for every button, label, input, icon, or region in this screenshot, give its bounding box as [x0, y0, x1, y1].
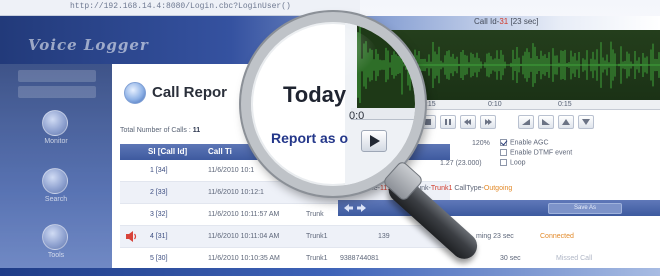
cell-call-time: 11/6/2010 10:10:35 AM: [208, 255, 280, 262]
sidebar-item-label: Monitor: [44, 138, 68, 145]
cell-call-id: 3 [32]: [150, 211, 168, 218]
sidebar-item-label: Search: [44, 196, 68, 203]
checkbox-label: Enable AGC: [510, 139, 549, 147]
cell-number: 139: [378, 233, 390, 240]
forward-button[interactable]: [480, 115, 496, 129]
cell-call-type: Connected: [540, 233, 574, 240]
magnified-report-as: Report as o: [271, 130, 349, 146]
sidebar-tab-2[interactable]: [18, 86, 96, 98]
save-as-button[interactable]: Save As: [548, 203, 622, 214]
cell-call-id: 2 [33]: [150, 189, 168, 196]
cell-trunk: Trunk: [306, 211, 324, 218]
screenshot-stage: http://192.168.14.4:8080/Login.cbc?Login…: [0, 0, 660, 276]
cell-call-time: 11/6/2010 10:1: [208, 167, 255, 174]
cell-call-time: 11/6/2010 10:11:04 AM: [208, 233, 280, 240]
sidebar: Monitor Search Tools: [0, 64, 112, 276]
cell-number: 9388744081: [340, 255, 379, 262]
sidebar-item-label: Tools: [47, 252, 65, 259]
monitor-icon[interactable]: [42, 110, 68, 136]
checkbox-box[interactable]: [500, 149, 507, 156]
cell-trunk: Trunk1: [306, 255, 328, 262]
table-row[interactable]: 4 [31] 11/6/2010 10:11:04 AM Trunk1 139: [120, 226, 450, 248]
tools-icon[interactable]: [42, 224, 68, 250]
play-button[interactable]: [361, 130, 387, 152]
enable-agc-checkbox[interactable]: Enable AGC: [500, 139, 549, 146]
call-info-type: Outgoing: [483, 185, 513, 192]
cell-call-id: 1 [34]: [150, 167, 168, 174]
checkbox-box[interactable]: [500, 159, 507, 166]
ruler-label: 0:10: [488, 101, 502, 108]
footer-bar: [0, 268, 660, 276]
ruler-label: 0:15: [558, 101, 572, 108]
cell-duration: 30 sec: [500, 255, 521, 262]
prev-next-arrows-icon[interactable]: [344, 203, 366, 213]
call-info-type-label: CallType-: [454, 185, 484, 192]
search-icon[interactable]: [42, 168, 68, 194]
report-title: Call Repor: [152, 84, 228, 101]
table-row[interactable]: 5 [30] 11/6/2010 10:10:35 AM Trunk1 9388…: [120, 248, 450, 270]
volume-up-button[interactable]: [558, 115, 574, 129]
volume-down-button[interactable]: [578, 115, 594, 129]
speaker-icon[interactable]: [126, 231, 138, 242]
browser-address-bar[interactable]: http://192.168.14.4:8080/Login.cbc?Login…: [0, 0, 360, 16]
rewind-button[interactable]: [460, 115, 476, 129]
call-duration: [23 sec]: [510, 17, 539, 26]
pause-button[interactable]: [440, 115, 456, 129]
column-header-call-time[interactable]: Call Ti: [208, 147, 232, 156]
column-header-call-id[interactable]: Sl [Call Id]: [148, 147, 187, 156]
cell-call-id: 4 [31]: [150, 233, 168, 240]
sidebar-tab-1[interactable]: [18, 70, 96, 82]
app-title: Voice Logger: [28, 36, 149, 54]
call-id-value: 31: [499, 17, 509, 26]
cell-call-id: 5 [30]: [150, 255, 168, 262]
checkbox-label: Enable DTMF event: [510, 149, 573, 157]
play-icon: [370, 135, 380, 147]
total-calls-value: 11: [192, 127, 201, 134]
checkbox-label: Loop: [510, 159, 526, 167]
checkbox-box[interactable]: [500, 139, 507, 146]
playback-time: 1.27 (23.000): [440, 160, 482, 167]
zoom-percentage: 120%: [472, 140, 490, 147]
zoom-in-button[interactable]: [518, 115, 534, 129]
call-id-label: Call Id-: [474, 17, 500, 26]
magnified-time: 0:0: [349, 110, 365, 122]
call-info-line: rTime-11:04 AM Trunk-Trunk1 CallType-Out…: [360, 185, 512, 192]
loop-checkbox[interactable]: Loop: [500, 159, 526, 166]
call-id-caption: Call Id-31 [23 sec]: [474, 17, 539, 26]
cell-call-type: Missed Call: [556, 255, 593, 262]
cell-call-time: 11/6/2010 10:11:57 AM: [208, 211, 280, 218]
lens-glare: [257, 24, 377, 84]
cell-call-time: 11/6/2010 10:12:1: [208, 189, 264, 196]
address-url: http://192.168.14.4:8080/Login.cbc?Login…: [70, 2, 291, 11]
call-info-trunk: Trunk1: [430, 185, 453, 192]
total-calls: Total Number of Calls : 11: [120, 127, 200, 134]
total-calls-label: Total Number of Calls :: [120, 127, 191, 134]
enable-dtmf-checkbox[interactable]: Enable DTMF event: [500, 149, 572, 156]
cell-duration: ming 23 sec: [476, 233, 514, 240]
report-logo-icon: [124, 82, 146, 104]
zoom-out-button[interactable]: [538, 115, 554, 129]
magnified-today: Today: [283, 82, 347, 107]
cell-trunk: Trunk1: [306, 233, 328, 240]
